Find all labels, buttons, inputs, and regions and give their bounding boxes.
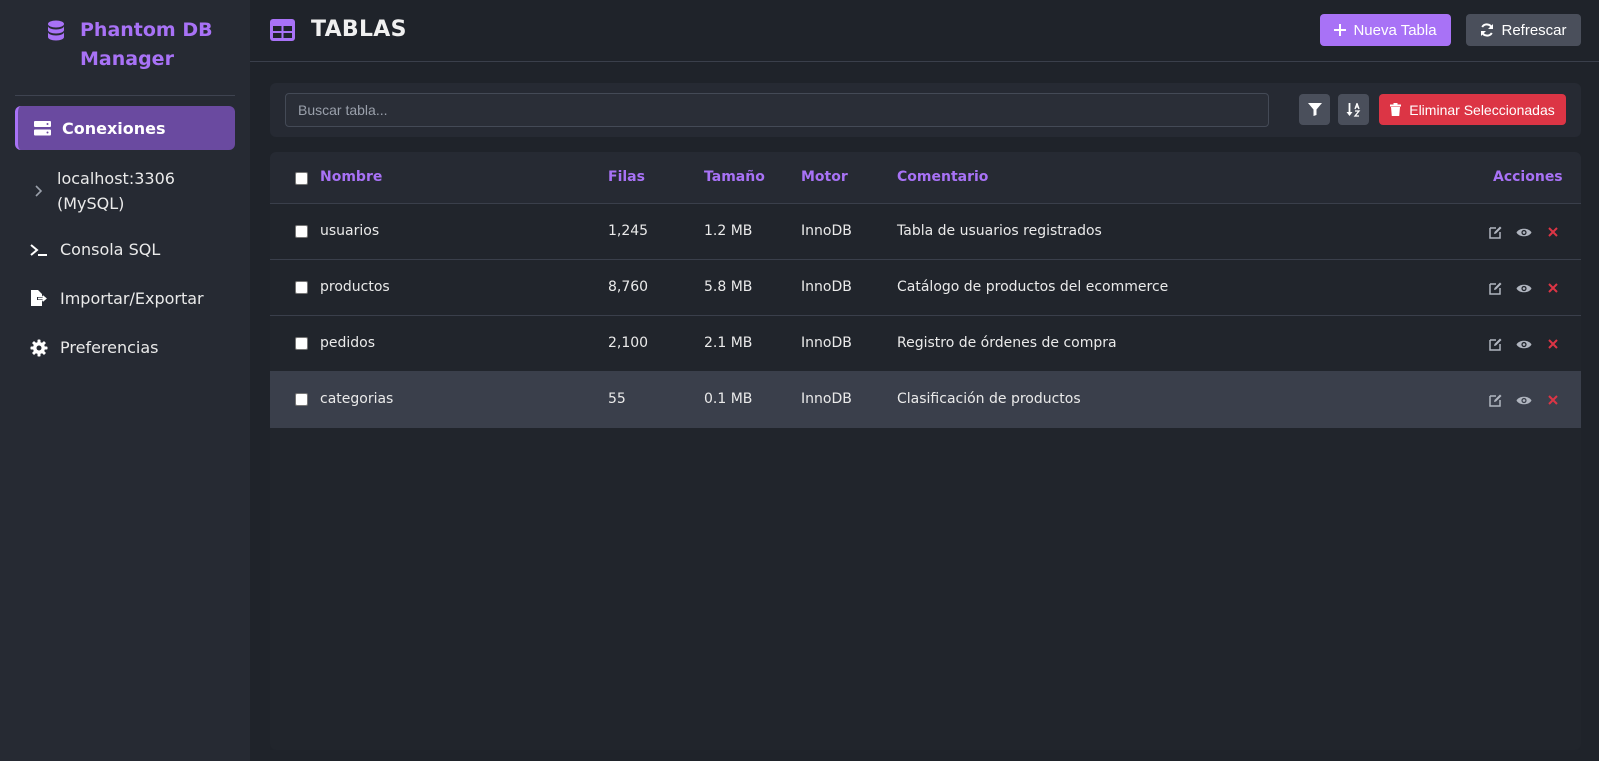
- file-export-icon: [31, 290, 47, 306]
- cell-tamano: 2.1 MB: [704, 335, 753, 351]
- column-header-acciones: Acciones: [1493, 169, 1563, 185]
- delete-selected-button[interactable]: Eliminar Seleccionadas: [1379, 94, 1566, 125]
- view-icon[interactable]: [1516, 393, 1532, 407]
- row-checkbox[interactable]: [295, 281, 308, 294]
- sidebar: Phantom DB Manager Conexiones localhost:…: [0, 0, 250, 761]
- delete-selected-label: Eliminar Seleccionadas: [1409, 101, 1555, 118]
- brand-title: Phantom DB Manager: [80, 16, 213, 74]
- page-title-wrap: TABLAS: [270, 17, 407, 42]
- cell-comentario: Clasificación de productos: [897, 391, 1081, 407]
- cell-filas: 8,760: [608, 279, 649, 295]
- sidebar-item-label: Importar/Exportar: [60, 289, 204, 308]
- database-icon: [48, 20, 64, 41]
- gear-icon: [30, 339, 48, 356]
- search-input[interactable]: [285, 93, 1269, 127]
- delete-icon[interactable]: [1546, 225, 1560, 239]
- row-checkbox[interactable]: [295, 393, 308, 406]
- table-row[interactable]: categorias 55 0.1 MB InnoDB Clasificació…: [270, 372, 1581, 428]
- edit-icon[interactable]: [1488, 225, 1502, 239]
- view-icon[interactable]: [1516, 281, 1532, 295]
- column-header-tamano[interactable]: Tamaño: [704, 169, 765, 185]
- cell-motor: InnoDB: [801, 223, 852, 239]
- sidebar-item-preferencias[interactable]: Preferencias: [30, 338, 159, 357]
- column-header-filas[interactable]: Filas: [608, 169, 645, 185]
- filter-button[interactable]: [1299, 94, 1330, 125]
- delete-icon[interactable]: [1546, 281, 1560, 295]
- cell-nombre: productos: [320, 279, 390, 295]
- edit-icon[interactable]: [1488, 337, 1502, 351]
- row-checkbox[interactable]: [295, 337, 308, 350]
- tables-table: Nombre Filas Tamaño Motor Comentario Acc…: [270, 152, 1581, 750]
- table-row[interactable]: productos 8,760 5.8 MB InnoDB Catálogo d…: [270, 260, 1581, 316]
- sidebar-divider: [15, 95, 235, 96]
- table-row[interactable]: usuarios 1,245 1.2 MB InnoDB Tabla de us…: [270, 204, 1581, 260]
- delete-icon[interactable]: [1546, 393, 1560, 407]
- sidebar-item-label: Conexiones: [62, 118, 166, 138]
- cell-motor: InnoDB: [801, 335, 852, 351]
- header: TABLAS Nueva Tabla Refrescar: [250, 0, 1599, 62]
- select-all-checkbox[interactable]: [295, 172, 308, 185]
- table-header: Nombre Filas Tamaño Motor Comentario Acc…: [270, 152, 1581, 204]
- terminal-icon: [30, 243, 47, 256]
- sidebar-item-importar-exportar[interactable]: Importar/Exportar: [30, 289, 204, 308]
- column-header-nombre[interactable]: Nombre: [320, 169, 382, 185]
- edit-icon[interactable]: [1488, 393, 1502, 407]
- brand: Phantom DB Manager: [46, 16, 236, 74]
- cell-nombre: categorias: [320, 391, 394, 407]
- connection-label: localhost:3306 (MySQL): [57, 166, 175, 216]
- connection-host: localhost:3306: [57, 169, 175, 188]
- refresh-label: Refrescar: [1501, 21, 1567, 39]
- sidebar-item-conexiones[interactable]: Conexiones: [15, 106, 235, 150]
- trash-icon: [1390, 103, 1402, 116]
- plus-icon: [1334, 24, 1347, 36]
- sidebar-item-label: Preferencias: [60, 338, 159, 357]
- edit-icon[interactable]: [1488, 281, 1502, 295]
- cell-tamano: 0.1 MB: [704, 391, 753, 407]
- sort-alpha-icon: [1346, 102, 1360, 117]
- cell-filas: 2,100: [608, 335, 649, 351]
- table-row[interactable]: pedidos 2,100 2.1 MB InnoDB Registro de …: [270, 316, 1581, 372]
- cell-nombre: usuarios: [320, 223, 380, 239]
- sidebar-item-consola-sql[interactable]: Consola SQL: [30, 240, 160, 259]
- column-header-motor[interactable]: Motor: [801, 169, 848, 185]
- toolbar: Eliminar Seleccionadas: [270, 83, 1581, 137]
- server-icon: [34, 120, 51, 135]
- refresh-button[interactable]: Refrescar: [1466, 14, 1581, 46]
- chevron-right-icon: [35, 185, 43, 197]
- cell-filas: 55: [608, 391, 626, 407]
- brand-line-1: Phantom DB: [80, 19, 213, 41]
- cell-nombre: pedidos: [320, 335, 376, 351]
- cell-motor: InnoDB: [801, 279, 852, 295]
- view-icon[interactable]: [1516, 225, 1532, 239]
- cell-tamano: 1.2 MB: [704, 223, 753, 239]
- cell-comentario: Tabla de usuarios registrados: [897, 223, 1102, 239]
- page-title: TABLAS: [311, 17, 407, 42]
- row-checkbox[interactable]: [295, 225, 308, 238]
- sidebar-item-label: Consola SQL: [60, 240, 161, 259]
- refresh-icon: [1481, 23, 1494, 37]
- new-table-label: Nueva Tabla: [1353, 21, 1437, 39]
- cell-comentario: Registro de órdenes de compra: [897, 335, 1117, 351]
- sort-button[interactable]: [1338, 94, 1369, 125]
- delete-icon[interactable]: [1546, 337, 1560, 351]
- new-table-button[interactable]: Nueva Tabla: [1320, 14, 1451, 46]
- connection-engine: (MySQL): [57, 194, 125, 213]
- filter-icon: [1307, 103, 1322, 116]
- cell-tamano: 5.8 MB: [704, 279, 753, 295]
- cell-comentario: Catálogo de productos del ecommerce: [897, 279, 1169, 295]
- table-icon: [270, 18, 295, 41]
- sidebar-item-connection[interactable]: localhost:3306 (MySQL): [33, 166, 233, 216]
- column-header-comentario[interactable]: Comentario: [897, 169, 988, 185]
- brand-line-2: Manager: [80, 48, 174, 70]
- cell-motor: InnoDB: [801, 391, 852, 407]
- view-icon[interactable]: [1516, 337, 1532, 351]
- cell-filas: 1,245: [608, 223, 649, 239]
